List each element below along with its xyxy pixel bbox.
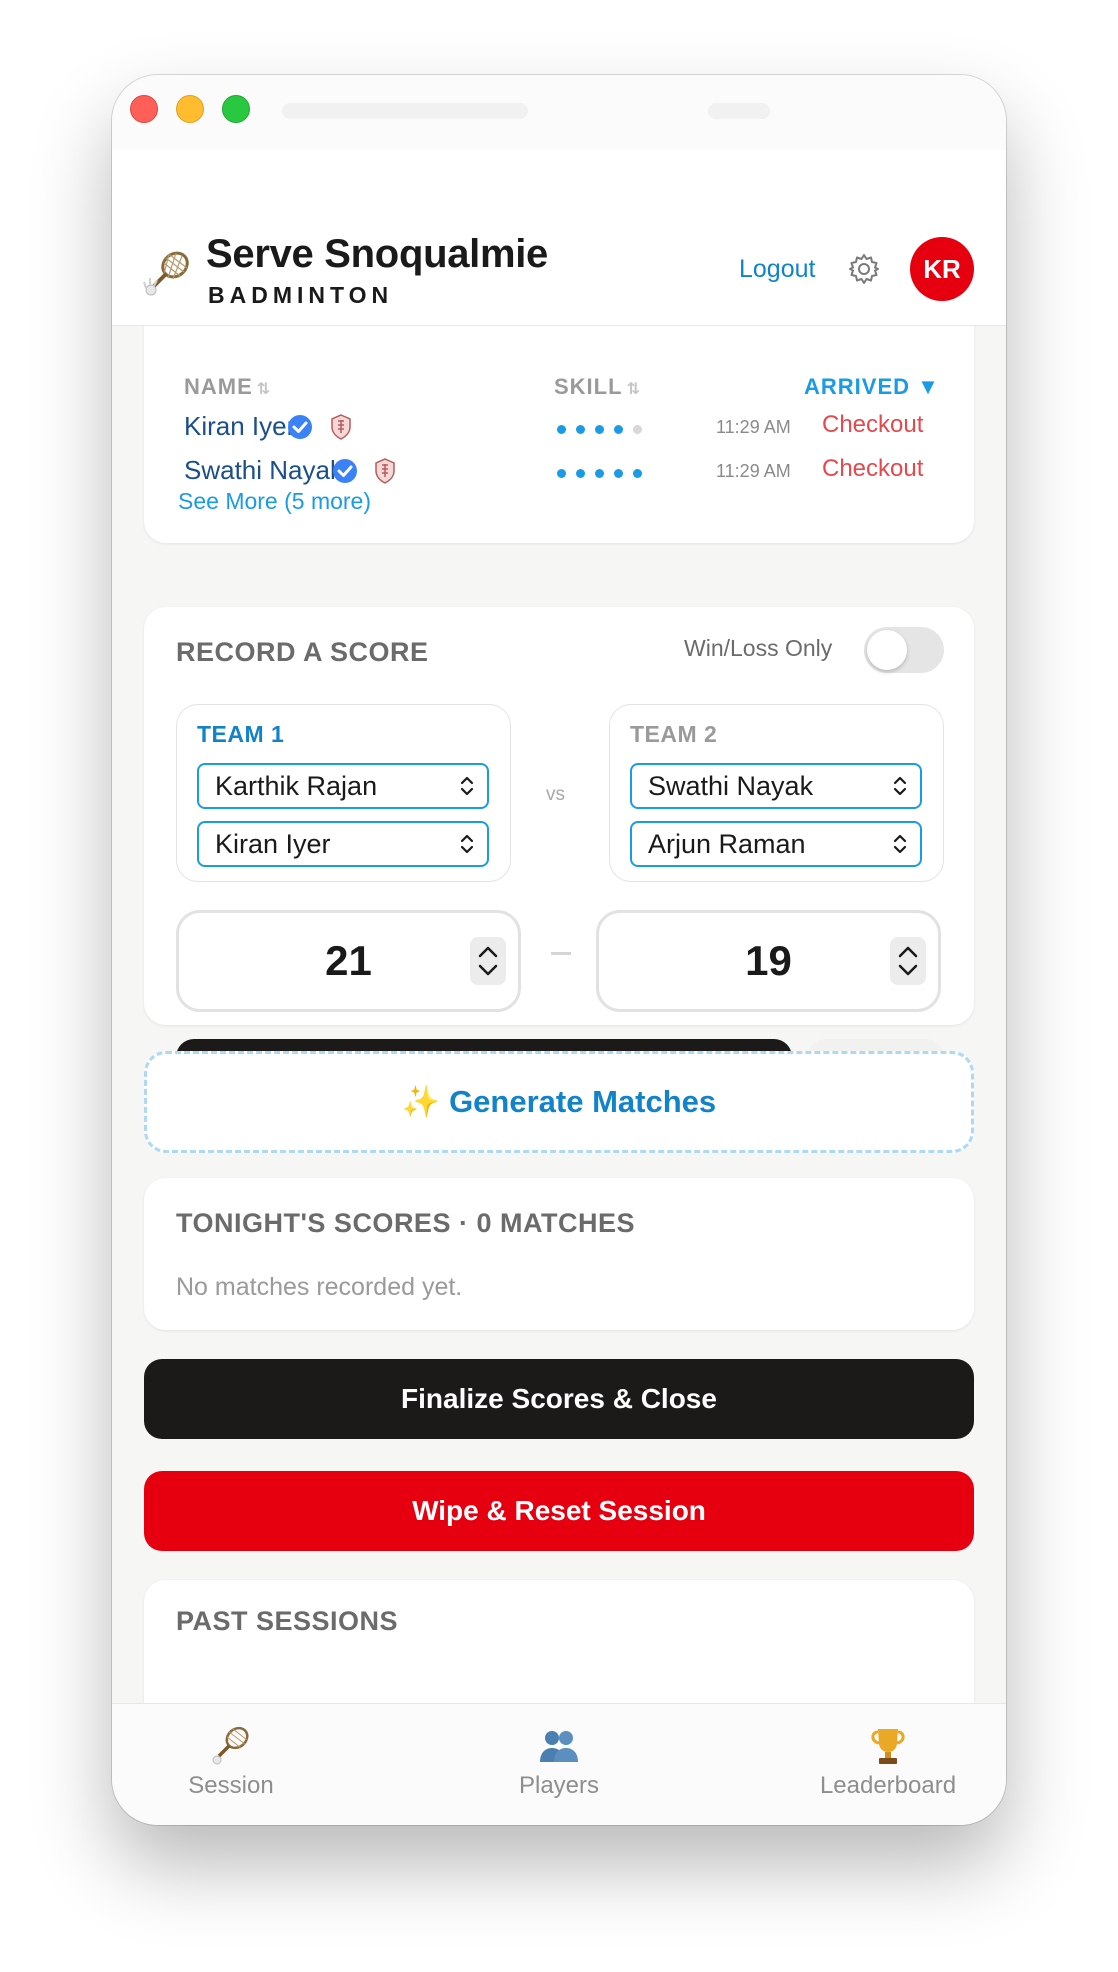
generate-matches-button[interactable]: ✨ Generate Matches	[144, 1051, 974, 1153]
team1-score-input[interactable]: 21	[176, 910, 521, 1012]
nav-label: Leaderboard	[819, 1772, 957, 1799]
skill-column-header[interactable]: SKILL ⇅	[554, 374, 641, 400]
skill-dot-filled	[557, 425, 566, 434]
bottom-nav: Session Players Leaderboard	[112, 1703, 1006, 1825]
select-chevron-icon	[893, 834, 907, 854]
tonights-scores-card: TONIGHT'S SCORES · 0 MATCHES No matches …	[144, 1178, 974, 1330]
nav-tab-players[interactable]: Players	[459, 1724, 659, 1800]
window-titlebar	[112, 75, 1006, 150]
finalize-scores-button[interactable]: Finalize Scores & Close	[144, 1359, 974, 1439]
minimize-window-button[interactable]	[176, 95, 204, 123]
select-value: Arjun Raman	[648, 829, 806, 859]
app-title: Serve Snoqualmie	[206, 232, 548, 276]
win-loss-label: Win/Loss Only	[684, 635, 833, 661]
badminton-logo-icon	[143, 251, 189, 296]
close-window-button[interactable]	[130, 95, 158, 123]
players-card: NAME ⇅ SKILL ⇅ ARRIVED ▼ Kiran Iyer 11:2…	[144, 326, 974, 543]
nav-tab-leaderboard[interactable]: Leaderboard	[788, 1724, 988, 1800]
trophy-icon	[871, 1729, 905, 1764]
select-chevron-icon	[893, 776, 907, 796]
shield-icon	[331, 414, 351, 440]
win-loss-toggle[interactable]	[864, 627, 944, 673]
select-value: Karthik Rajan	[215, 771, 378, 801]
score-stepper-icon[interactable]	[890, 937, 926, 985]
zoom-window-button[interactable]	[222, 95, 250, 123]
skill-dot-empty	[633, 425, 642, 434]
verified-check-icon	[333, 459, 357, 483]
score-separator	[551, 952, 571, 955]
select-value: Kiran Iyer	[215, 829, 331, 859]
verified-check-icon	[288, 415, 312, 439]
team2-box: TEAM 2 Swathi Nayak Arjun Raman	[609, 704, 944, 882]
team2-player1-select[interactable]: Swathi Nayak	[630, 763, 922, 809]
see-more-link[interactable]: See More (5 more)	[178, 488, 371, 515]
main-content[interactable]: NAME ⇅ SKILL ⇅ ARRIVED ▼ Kiran Iyer 11:2…	[112, 326, 1006, 1778]
user-avatar[interactable]: KR	[910, 237, 974, 301]
skill-dot-filled	[595, 425, 604, 434]
skill-dot-filled	[576, 425, 585, 434]
skill-dot-filled	[595, 469, 604, 478]
vs-label: vs	[546, 784, 565, 805]
record-score-title: RECORD A SCORE	[176, 637, 429, 667]
skill-dot-filled	[614, 425, 623, 434]
team1-player1-select[interactable]: Karthik Rajan	[197, 763, 489, 809]
team2-score-input[interactable]: 19	[596, 910, 941, 1012]
toggle-knob	[867, 630, 907, 670]
nav-tab-session[interactable]: Session	[131, 1724, 331, 1800]
app-window: Serve Snoqualmie BADMINTON Logout KR NAM…	[112, 75, 1006, 1825]
score-value: 21	[325, 937, 372, 984]
nav-label: Players	[518, 1772, 600, 1799]
select-chevron-icon	[460, 834, 474, 854]
people-icon	[540, 1731, 578, 1762]
player-row: Kiran Iyer 11:29 AM Checkout	[144, 409, 974, 449]
checkout-button[interactable]: Checkout	[822, 455, 923, 483]
skill-dots	[557, 425, 642, 434]
logout-link[interactable]: Logout	[739, 255, 815, 284]
select-chevron-icon	[460, 776, 474, 796]
titlebar-placeholder	[282, 103, 528, 119]
player-row: Swathi Nayak 11:29 AM Checkout	[144, 453, 974, 493]
sort-icon: ⇅	[626, 381, 641, 398]
checkout-button[interactable]: Checkout	[822, 411, 923, 439]
skill-dot-filled	[557, 469, 566, 478]
skill-dot-filled	[633, 469, 642, 478]
titlebar-placeholder	[708, 103, 770, 119]
team1-box: TEAM 1 Karthik Rajan Kiran Iyer	[176, 704, 511, 882]
team2-label: TEAM 2	[630, 721, 718, 747]
sort-icon: ⇅	[256, 381, 272, 398]
nav-label: Session	[188, 1772, 274, 1799]
team1-label: TEAM 1	[197, 721, 285, 747]
name-column-header[interactable]: NAME ⇅	[184, 374, 271, 400]
badminton-icon	[212, 1726, 249, 1765]
skill-dot-filled	[576, 469, 585, 478]
select-value: Swathi Nayak	[648, 771, 814, 801]
score-stepper-icon[interactable]	[470, 937, 506, 985]
shield-icon	[375, 458, 395, 484]
tonights-scores-title: TONIGHT'S SCORES · 0 MATCHES	[176, 1208, 635, 1238]
app-subtitle: BADMINTON	[208, 282, 394, 308]
arrival-time: 11:29 AM	[716, 461, 791, 481]
gear-icon[interactable]	[847, 252, 881, 286]
arrival-time: 11:29 AM	[716, 417, 791, 437]
skill-dot-filled	[614, 469, 623, 478]
player-name[interactable]: Kiran Iyer	[184, 411, 295, 442]
team1-player2-select[interactable]: Kiran Iyer	[197, 821, 489, 867]
arrived-column-header[interactable]: ARRIVED ▼	[804, 374, 940, 400]
record-score-card: RECORD A SCORE Win/Loss Only TEAM 1 Kart…	[144, 607, 974, 1111]
no-matches-text: No matches recorded yet.	[176, 1273, 463, 1301]
past-sessions-title: PAST SESSIONS	[176, 1606, 399, 1636]
score-value: 19	[745, 937, 792, 984]
wipe-reset-button[interactable]: Wipe & Reset Session	[144, 1471, 974, 1551]
team2-player2-select[interactable]: Arjun Raman	[630, 821, 922, 867]
skill-dots	[557, 469, 642, 478]
player-name[interactable]: Swathi Nayak	[184, 455, 343, 486]
app-header: Serve Snoqualmie BADMINTON Logout KR	[112, 150, 1006, 326]
